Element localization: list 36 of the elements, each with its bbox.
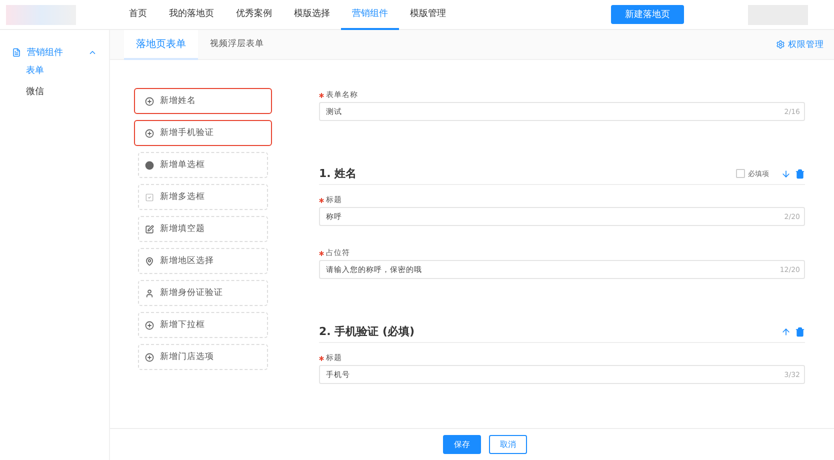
edit-icon (145, 224, 154, 234)
dot-icon (145, 160, 154, 170)
tab[interactable]: 视频浮层表单 (198, 30, 276, 60)
user-icon (145, 288, 154, 298)
add-field-button[interactable]: 新增地区选择 (138, 248, 268, 274)
nav-item[interactable]: 首页 (118, 0, 158, 30)
plus-circle-icon (145, 128, 154, 138)
plus-circle-icon (145, 96, 154, 106)
plus-circle-icon (145, 352, 154, 362)
add-field-button[interactable]: 新增门店选项 (138, 344, 268, 370)
logo (6, 4, 76, 24)
arrow-up-icon[interactable] (781, 326, 791, 336)
cancel-button[interactable]: 取消 (489, 435, 527, 454)
plus-circle-icon (145, 320, 154, 330)
add-field-button[interactable]: 新增身份证验证 (138, 280, 268, 306)
add-field-button[interactable]: 新增手机验证 (134, 120, 272, 146)
map-pin-icon (145, 256, 154, 266)
trash-icon[interactable] (795, 168, 805, 178)
checkbox[interactable] (736, 169, 745, 178)
nav-item[interactable]: 模版选择 (283, 0, 341, 30)
settings-icon (776, 40, 785, 49)
trash-icon[interactable] (795, 326, 805, 336)
section-title: 2. 手机验证 (必填) (319, 324, 416, 339)
add-field-button[interactable]: 新增姓名 (134, 88, 272, 114)
nav-item[interactable]: 优秀案例 (225, 0, 283, 30)
document-icon (12, 48, 21, 56)
add-field-button[interactable]: 新增单选框 (138, 152, 268, 178)
nav-item[interactable]: 模版管理 (399, 0, 457, 30)
add-field-button[interactable]: 新增填空题 (138, 216, 268, 242)
checkbox-icon (145, 192, 154, 202)
arrow-down-icon[interactable] (781, 168, 791, 178)
section-title: 1. 姓名 (319, 166, 358, 181)
add-field-button[interactable]: 新增下拉框 (138, 312, 268, 338)
sidebar-item[interactable]: 微信 (0, 81, 109, 102)
add-field-button[interactable]: 新增多选框 (138, 184, 268, 210)
nav-item[interactable]: 我的落地页 (158, 0, 225, 30)
